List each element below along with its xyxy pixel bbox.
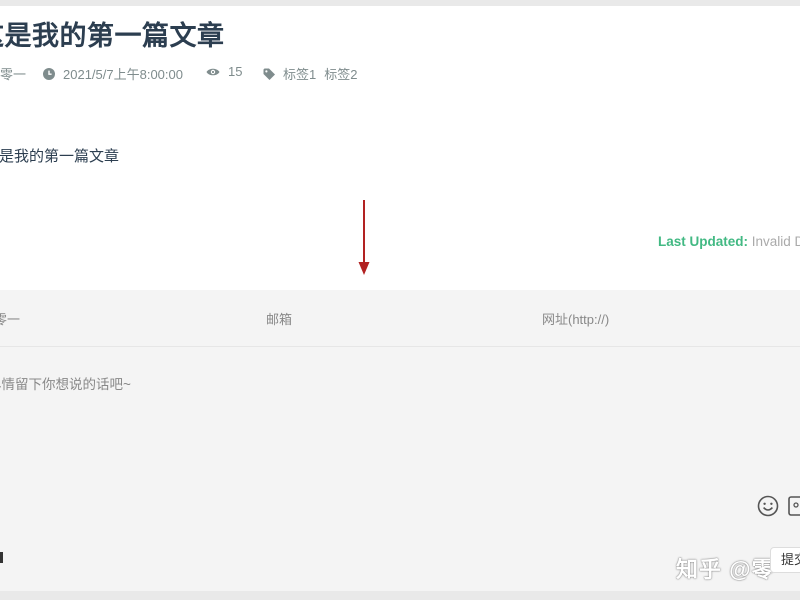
post-date: 2021/5/7上午8:00:00 — [63, 67, 183, 82]
meta-views: 15 — [206, 64, 242, 79]
browser-viewport: 这是我的第一篇文章 零一 2021/5/7上午8:00:00 15 标签1 标签2 — [0, 0, 800, 600]
last-updated-label: Last Updated: — [658, 234, 749, 249]
email-input[interactable]: 邮箱 — [266, 290, 292, 346]
annotation-arrow — [358, 200, 370, 275]
url-input[interactable]: 网址(http://) — [542, 290, 609, 346]
markdown-icon[interactable] — [0, 552, 3, 563]
tag-link[interactable]: 标签1 — [283, 67, 316, 82]
field-divider — [0, 346, 800, 347]
smile-icon[interactable] — [757, 495, 779, 517]
view-count: 15 — [228, 64, 243, 79]
author-name[interactable]: 零一 — [0, 64, 26, 83]
comment-form: 昵称零一 邮箱 网址(http://) 尽情留下你想说的话吧~ — [0, 290, 800, 591]
meta-author: 零一 — [0, 64, 26, 83]
submit-button[interactable]: 提交 — [770, 547, 800, 573]
clock-icon — [43, 67, 55, 80]
meta-date: 2021/5/7上午8:00:00 — [43, 64, 183, 83]
page-title: 这是我的第一篇文章 — [0, 21, 225, 51]
nick-input[interactable]: 昵称零一 — [0, 290, 20, 346]
eye-icon — [206, 68, 220, 75]
last-updated-value: Invalid Date — [751, 234, 800, 249]
comment-textarea[interactable]: 尽情留下你想说的话吧~ — [0, 373, 131, 393]
post-body: 这是我的第一篇文章 — [0, 148, 120, 165]
tag-link[interactable]: 标签2 — [324, 67, 357, 82]
image-icon[interactable] — [787, 495, 800, 517]
meta-tags: 标签1 标签2 — [263, 64, 365, 83]
last-updated: Last Updated: Invalid Date — [658, 234, 800, 249]
tag-icon — [263, 68, 275, 80]
page-content: 这是我的第一篇文章 零一 2021/5/7上午8:00:00 15 标签1 标签2 — [0, 6, 800, 591]
